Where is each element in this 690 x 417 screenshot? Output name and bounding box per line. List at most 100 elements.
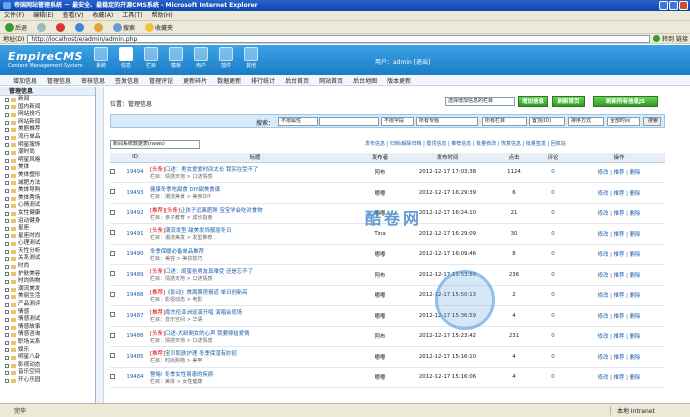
home-button[interactable] [92,22,105,33]
row-comments[interactable]: 0 [533,182,573,204]
sidebar-item[interactable]: 情感咨询 [5,331,95,339]
expand-icon[interactable] [5,128,9,133]
row-comments[interactable]: 0 [533,305,573,327]
row-actions[interactable]: 修改 | 推荐 | 删除 [573,264,665,286]
expand-icon[interactable] [5,204,9,209]
menu-favorites[interactable]: 收藏(A) [92,11,113,20]
row-actions[interactable]: 修改 | 推荐 | 删除 [573,367,665,388]
row-comments[interactable]: 0 [533,244,573,265]
minimize-button[interactable] [659,1,668,10]
back-button[interactable]: 后退 [3,22,29,33]
row-id[interactable]: 19485 [120,346,150,368]
field-select[interactable]: 不限字段 [381,117,414,126]
row-title[interactable]: 警惕! 冬季女性易患的疾病 [150,372,213,378]
row-comments[interactable]: 0 [533,223,573,245]
expand-icon[interactable] [5,196,9,201]
row-comments[interactable]: 0 [533,203,573,224]
expand-icon[interactable] [5,257,9,262]
row-id[interactable]: 19488 [120,285,150,306]
expand-icon[interactable] [5,226,9,231]
col-title[interactable]: 标题 [150,153,360,163]
expand-icon[interactable] [5,105,9,110]
nav-system[interactable]: 系统 [90,47,112,69]
expand-icon[interactable] [5,363,9,368]
expand-icon[interactable] [5,166,9,171]
sidebar-item[interactable]: 美剧推荐 [5,126,95,134]
subnav-item[interactable]: 审核信息 [81,76,105,85]
expand-icon[interactable] [5,295,9,300]
sort-select[interactable]: 排序方式 [568,117,604,126]
expand-icon[interactable] [5,333,9,338]
address-input[interactable]: http://localhost/e/admin/admin.php [27,34,650,43]
row-id[interactable]: 19494 [120,162,150,183]
expand-icon[interactable] [5,211,9,216]
col-author[interactable]: 发布者 [360,153,400,163]
sidebar-item[interactable]: 美体导购 [5,187,95,195]
sidebar-item[interactable]: 美体 [5,164,95,172]
col-time[interactable]: 发布时间 [400,153,495,163]
expand-icon[interactable] [5,188,9,193]
attr-select[interactable]: 不限属性 [278,117,318,126]
subnav-item[interactable]: 增加信息 [13,76,37,85]
sidebar-item[interactable]: 美丽生活 [5,293,95,301]
subnav-item[interactable]: 后台首页 [285,76,309,85]
action-links[interactable]: 发布信息 | 归档/解除归档 | 置顶信息 | 推荐信息 | 批量修改 | 恢复… [365,140,566,147]
row-checkbox[interactable] [110,209,115,215]
sidebar-item[interactable]: 明星八卦 [5,354,95,362]
row-comments[interactable]: 0 [533,162,573,183]
sidebar-item[interactable]: 女性健康 [5,210,95,218]
sidebar-item[interactable]: 心情测试 [5,202,95,210]
row-actions[interactable]: 修改 | 推荐 | 删除 [573,182,665,204]
sidebar-item[interactable]: 时尚 [5,263,95,271]
expand-icon[interactable] [5,112,9,117]
expand-icon[interactable] [5,173,9,178]
nav-plugin[interactable]: 插件 [215,47,237,69]
row-actions[interactable]: 修改 | 推荐 | 删除 [573,326,665,347]
forward-button[interactable] [35,22,48,33]
time-select[interactable]: 全部时间 [607,117,640,126]
sidebar-item[interactable]: 开心乐园 [5,377,95,385]
subnav-item[interactable]: 版本更新 [387,76,411,85]
row-title[interactable]: 让孩子远离肥胖 宝宝学会吃对食物 [180,208,263,214]
sidebar-item[interactable]: 网站技巧 [5,111,95,119]
favorites-button[interactable]: 收藏夹 [143,22,175,33]
row-actions[interactable]: 修改 | 推荐 | 删除 [573,203,665,224]
stop-button[interactable] [54,22,67,33]
row-checkbox[interactable] [110,250,115,256]
row-comments[interactable]: 0 [533,367,573,388]
row-checkbox[interactable] [110,271,115,277]
expand-icon[interactable] [5,272,9,277]
expand-icon[interactable] [5,219,9,224]
row-checkbox[interactable] [110,168,115,174]
expand-icon[interactable] [5,249,9,254]
row-id[interactable]: 19493 [120,182,150,204]
row-comments[interactable]: 0 [533,346,573,368]
subnav-item[interactable]: 签发信息 [115,76,139,85]
expand-icon[interactable] [5,242,9,247]
row-checkbox[interactable] [110,353,115,359]
expand-icon[interactable] [5,234,9,239]
links-button[interactable]: 链接 [676,34,688,43]
expand-icon[interactable] [5,97,9,102]
keyword-input[interactable] [319,117,379,126]
expand-icon[interactable] [5,340,9,345]
row-actions[interactable]: 修改 | 推荐 | 删除 [573,244,665,265]
sidebar-item[interactable]: 情感测试 [5,316,95,324]
expand-icon[interactable] [5,280,9,285]
col-id[interactable]: ID [120,153,150,163]
subnav-item[interactable]: 更新碎片 [183,76,207,85]
expand-icon[interactable] [5,378,9,383]
sidebar-item[interactable]: 时尚购物 [5,278,95,286]
row-actions[interactable]: 修改 | 推荐 | 删除 [573,346,665,368]
expand-icon[interactable] [5,135,9,140]
row-actions[interactable]: 修改 | 推荐 | 删除 [573,162,665,183]
nav-info[interactable]: 信息 [115,47,137,69]
sidebar-item[interactable]: 音乐空间 [5,369,95,377]
refresh-home-button[interactable]: 刷新首页 [552,96,585,107]
add-info-button[interactable]: 增加信息 [518,96,548,107]
expand-icon[interactable] [5,310,9,315]
row-comments[interactable]: 0 [533,264,573,286]
sidebar-item[interactable]: 减肥方法 [5,180,95,188]
refresh-button[interactable] [73,22,86,33]
sidebar-item[interactable]: 心理测试 [5,240,95,248]
